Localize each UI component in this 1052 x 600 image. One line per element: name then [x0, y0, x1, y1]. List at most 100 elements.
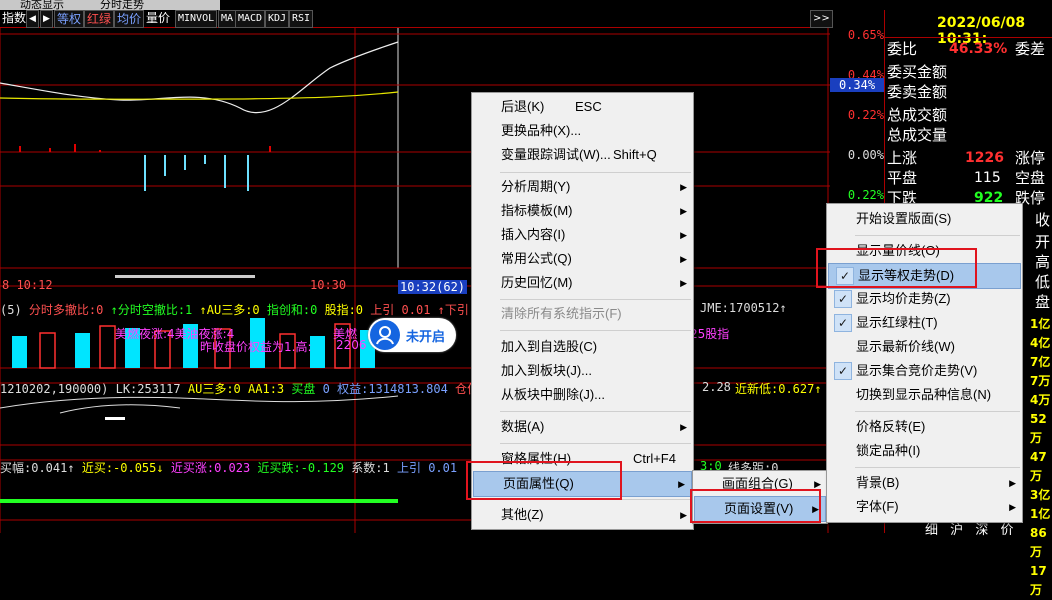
indicator-line-2: 1210202,190000) LK:253117 AU三多:0 AA1:3 买… [0, 382, 486, 396]
scale-label: 0.65% [847, 28, 884, 42]
indicator-line-1: (5) 分时多撤比:0 ↑分时空撤比:1 ↑AU三多:0 指创和:0 股指:0 … [0, 303, 469, 317]
check-icon: ✓ [834, 314, 852, 332]
menu-item-start-layout[interactable]: 开始设置版面(S) [827, 207, 1022, 231]
edge-low: 低 [1035, 273, 1051, 291]
scale-label: 0.22% [847, 108, 884, 122]
yi-values-column: 1亿 4亿 7亿 7万 4万 52万 47万 3亿 1亿 86万 17万 [1030, 317, 1051, 597]
tab-sz[interactable]: 深 [975, 523, 988, 538]
chart-toolbar: 指数 ◀ ▶ 等权 红绿 均价 量价 MINVOL MA MACD KDJ RS… [0, 10, 833, 28]
check-icon: ✓ [834, 362, 852, 380]
nav-left-button[interactable]: ◀ [26, 10, 39, 28]
menu-item-background[interactable]: 背景(B) ▶ [827, 471, 1022, 495]
menu-item-layout-combo[interactable]: 画面组合(G) ▶ [693, 472, 827, 496]
menu-item-show-red-green[interactable]: ✓ 显示红绿柱(T) [827, 311, 1022, 335]
menu-item-page-settings[interactable]: 页面设置(V) ▶ [694, 496, 826, 522]
menu-item-show-avg-price[interactable]: ✓ 显示均价走势(Z) [827, 287, 1022, 311]
row-flat: 平盘 115 空盘 [887, 169, 1046, 187]
edge-disk: 盘 [1035, 293, 1051, 311]
avg-price-button[interactable]: 均价 [114, 10, 145, 28]
overlay-text-2: 昨收盘价权益为1.高: [200, 340, 312, 354]
check-icon: ✓ [834, 290, 852, 308]
edge-high: 高 [1035, 253, 1051, 271]
menu-item-template[interactable]: 指标模板(M) ▶ [472, 199, 693, 223]
red-green-button[interactable]: 红绿 [84, 10, 115, 28]
edge-open: 开 [1035, 233, 1051, 251]
menu-item-add-watchlist[interactable]: 加入到自选股(C) [472, 335, 693, 359]
menu-item-show-latest-price[interactable]: 显示最新价线(W) [827, 335, 1022, 359]
page-submenu: 画面组合(G) ▶ 页面设置(V) ▶ [692, 470, 828, 524]
time-label-start: 8 10:12 [2, 278, 53, 292]
chevron-right-icon: ▶ [1009, 478, 1016, 488]
indicator-line-3: 买幅:0.041↑ 近买:-0.055↓ 近买涨:0.023 近买跌:-0.12… [0, 461, 458, 475]
menu-item-switch-info[interactable]: 切换到显示品种信息(N) [827, 383, 1022, 407]
row-weibi: 委比 46.33% 委差 [887, 40, 1046, 58]
menu-item-data[interactable]: 数据(A) ▶ [472, 415, 693, 439]
chevron-right-icon: ▶ [680, 206, 687, 216]
status-badge[interactable]: 未开启 [368, 318, 456, 352]
time-label-mid: 10:30 [310, 278, 347, 292]
menu-item-page-props[interactable]: 页面属性(Q) ▶ [473, 471, 692, 497]
indicator-ma[interactable]: MA [218, 10, 237, 28]
context-menu: 后退(K) ESC 更换品种(X)... 变量跟踪调试(W)... Shift+Q … [471, 92, 694, 530]
scale-cursor-label: 0.34% [830, 78, 884, 92]
row-sell-amount: 委卖金额 [887, 83, 948, 101]
menu-item-show-auction[interactable]: ✓ 显示集合竞价走势(V) [827, 359, 1022, 383]
chevron-right-icon: ▶ [680, 510, 687, 520]
check-icon: ✓ [836, 267, 854, 285]
indicator-kdj[interactable]: KDJ [265, 10, 290, 28]
jme-value: JME:1700512↑ [700, 301, 787, 315]
menu-item-remove-sector[interactable]: 从板块中删除(J)... [472, 383, 693, 407]
menu-item-show-volume-line[interactable]: 显示量价线(O) [827, 239, 1022, 263]
chevron-right-icon: ▶ [680, 254, 687, 264]
badge-label: 未开启 [406, 330, 446, 345]
row-buy-amount: 委买金额 [887, 63, 948, 81]
line2-low: 近新低:0.627↑ [735, 382, 822, 396]
menu-item-lock-symbol[interactable]: 锁定品种(I) [827, 439, 1022, 463]
nav-right-button[interactable]: ▶ [40, 10, 53, 28]
time-label-cursor: 10:32(62) [398, 280, 468, 294]
row-up: 上涨 1226 涨停 [887, 149, 1046, 167]
overlay-text-3: 美燃 [333, 327, 358, 341]
menu-item-debug[interactable]: 变量跟踪调试(W)... Shift+Q [472, 143, 693, 167]
page-settings-submenu: 开始设置版面(S) 显示量价线(O) ✓ 显示等权走势(D) ✓ 显示均价走势(Z)… [826, 203, 1023, 523]
overlay-right-text: 25股指 [690, 327, 730, 341]
chevron-right-icon: ▶ [680, 230, 687, 240]
row-total-volume: 总成交量 [887, 126, 948, 144]
edge-close: 收 [1035, 211, 1051, 229]
menu-item-history[interactable]: 历史回忆(M) ▶ [472, 271, 693, 295]
chevron-right-icon: ▶ [678, 479, 685, 489]
index-label: 指数 [2, 11, 27, 25]
menu-item-font[interactable]: 字体(F) ▶ [827, 495, 1022, 519]
indicator-rsi[interactable]: RSI [289, 10, 314, 28]
indicator-macd[interactable]: MACD [235, 10, 266, 28]
menu-item-change-symbol[interactable]: 更换品种(X)... [472, 119, 693, 143]
chevron-right-icon: ▶ [1009, 502, 1016, 512]
menu-item-add-sector[interactable]: 加入到板块(J)... [472, 359, 693, 383]
scale-label: 0.22% [847, 188, 884, 202]
scale-label: 0.00% [847, 148, 884, 162]
chevron-right-icon: ▶ [680, 278, 687, 288]
equal-weight-button[interactable]: 等权 [54, 10, 85, 28]
menu-item-pane-props[interactable]: 窗格属性(H)... Ctrl+F4 [472, 447, 693, 471]
menu-item-back[interactable]: 后退(K) ESC [472, 95, 693, 119]
tab-price[interactable]: 价 [1000, 523, 1013, 538]
volume-price-button[interactable]: 量价 [144, 10, 172, 26]
expand-button[interactable]: >> [810, 10, 833, 28]
line2-value-right: 2.28 [702, 380, 731, 394]
chevron-right-icon: ▶ [680, 182, 687, 192]
tab-detail[interactable]: 细 [925, 523, 938, 538]
indicator-minvol[interactable]: MINVOL [175, 10, 218, 28]
chart-area[interactable]: 8 10:12 10:30 10:32(62) (5) 分时多撤比:0 ↑分时空… [0, 28, 830, 533]
menu-item-period[interactable]: 分析周期(Y) ▶ [472, 175, 693, 199]
menu-item-price-invert[interactable]: 价格反转(E) [827, 415, 1022, 439]
menu-item-other[interactable]: 其他(Z) ▶ [472, 503, 693, 527]
menu-item-show-equal-weight[interactable]: ✓ 显示等权走势(D) [828, 263, 1021, 289]
chevron-right-icon: ▶ [680, 422, 687, 432]
menu-item-formula[interactable]: 常用公式(Q) ▶ [472, 247, 693, 271]
chevron-right-icon: ▶ [814, 479, 821, 489]
tab-sh[interactable]: 沪 [950, 523, 963, 538]
user-icon [370, 320, 400, 350]
row-total-amount: 总成交额 [887, 106, 948, 124]
menu-item-insert[interactable]: 插入内容(I) ▶ [472, 223, 693, 247]
menu-item-clear-indicators: 清除所有系统指示(F) [501, 306, 622, 321]
